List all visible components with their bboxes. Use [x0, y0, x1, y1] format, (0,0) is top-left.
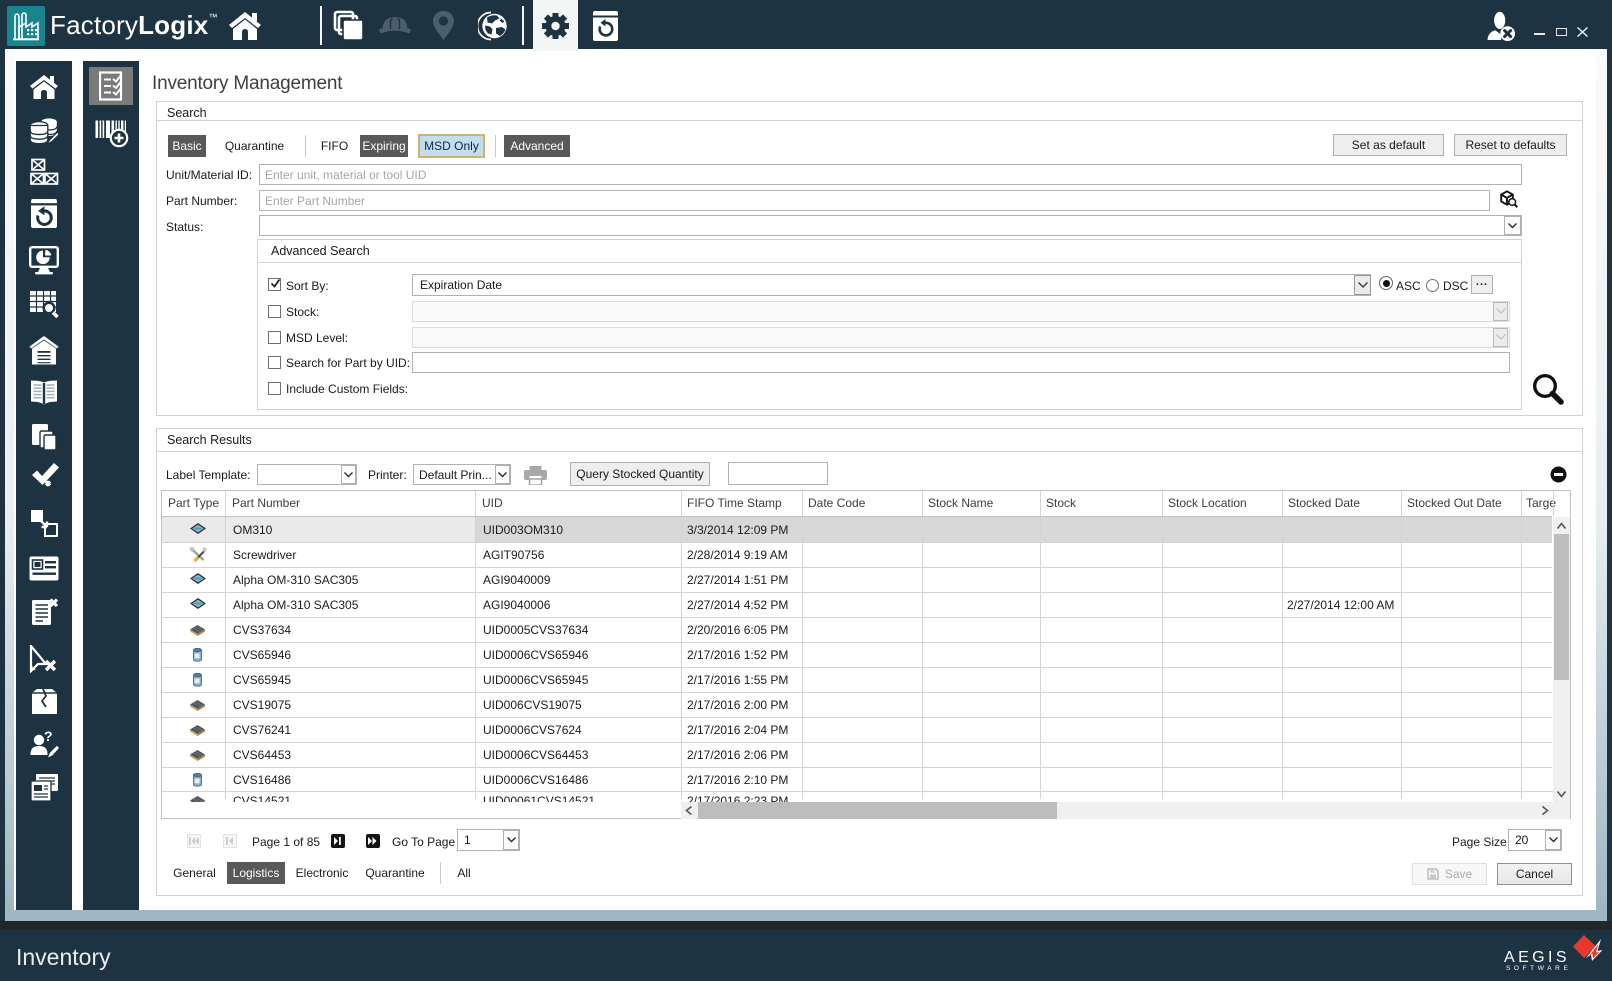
svg-text:?: ?: [44, 731, 53, 744]
